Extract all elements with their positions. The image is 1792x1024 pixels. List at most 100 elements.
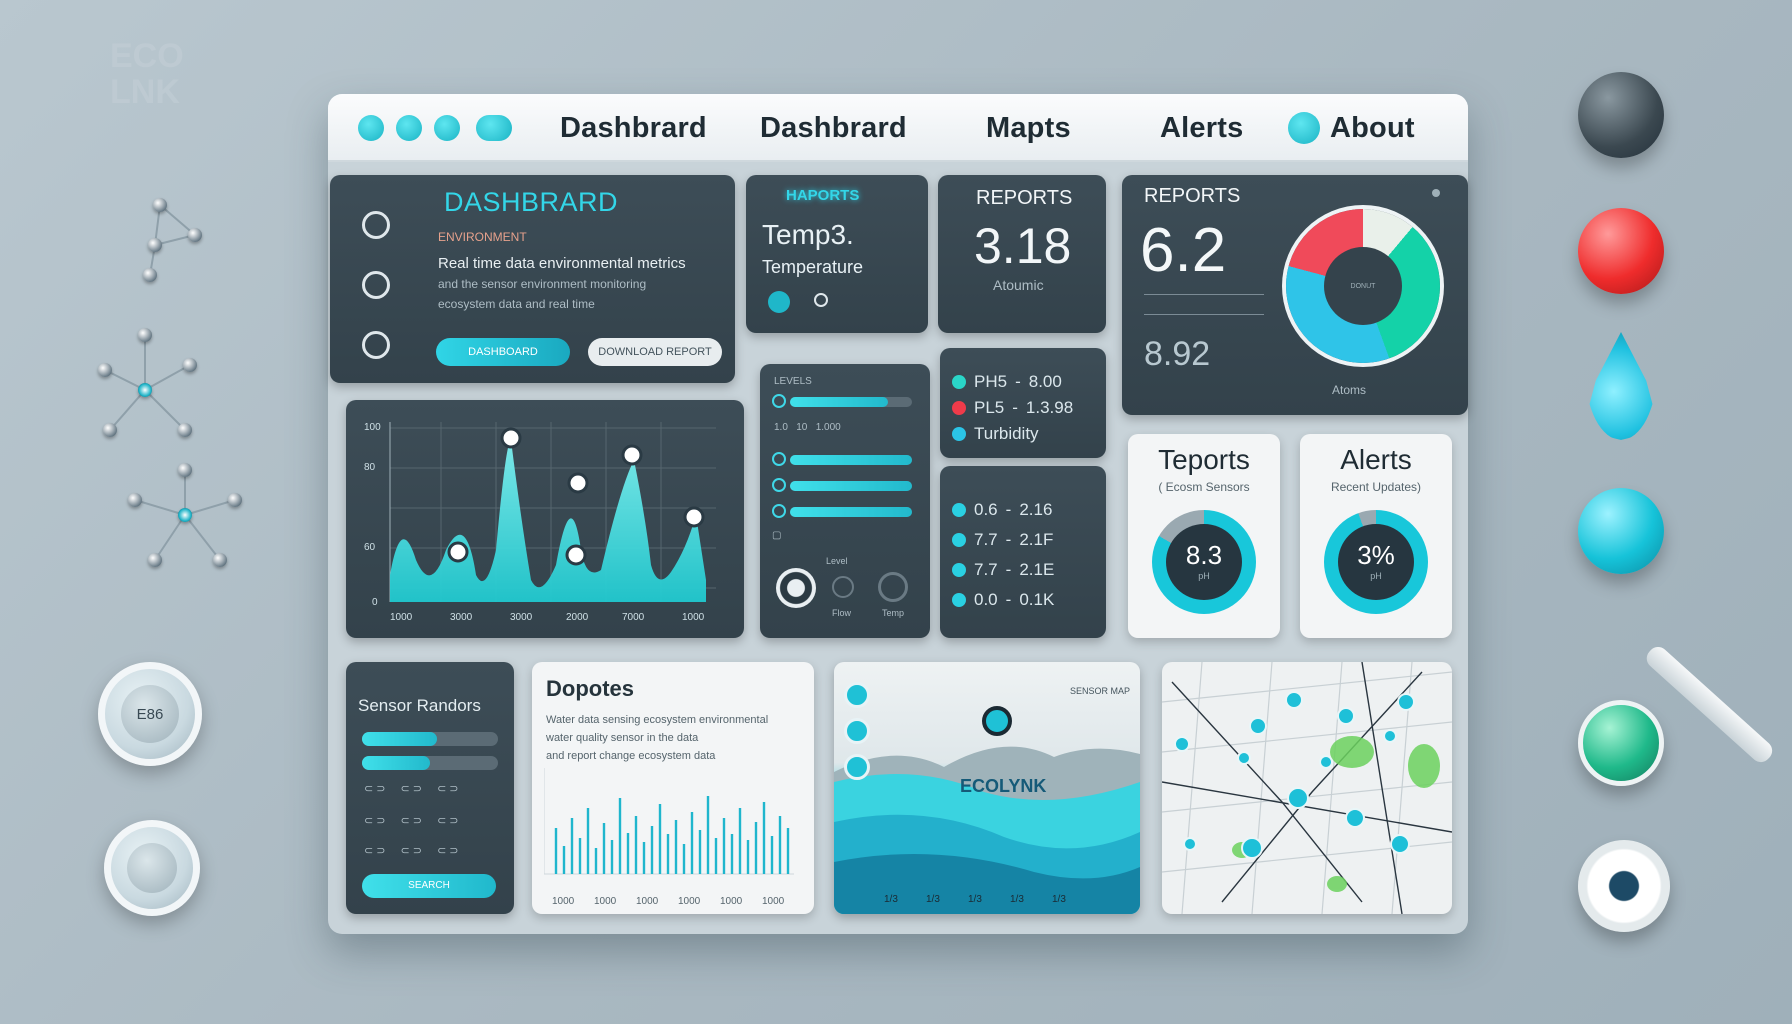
- overview-line3: ecosystem data and real time: [438, 297, 595, 311]
- overview-line2: and the sensor environment monitoring: [438, 277, 647, 291]
- brand-watermark: ECO LNK: [110, 37, 184, 111]
- document-sparkline: [544, 768, 794, 875]
- download-report-button[interactable]: DOWNLOAD REPORT: [588, 338, 722, 366]
- temperature-badge: HAPORTS: [786, 187, 860, 204]
- map-pin-icon[interactable]: [844, 754, 870, 780]
- y-tick: 80: [364, 462, 376, 473]
- temperature-value: Temp3.: [762, 219, 854, 250]
- alerts-unit: pH: [1370, 571, 1382, 581]
- teports-value: 8.3: [1185, 540, 1223, 570]
- legend-top-panel: PH5-8.00 PL5-1.3.98 Turbidity: [940, 348, 1106, 458]
- temperature-label: Temperature: [762, 257, 864, 277]
- green-button-icon: [1578, 700, 1664, 786]
- alerts-value: 3%: [1357, 540, 1395, 570]
- window-dot-icon[interactable]: [434, 115, 460, 141]
- level-label-flow: Level: [826, 556, 848, 566]
- ecolynk-map-card: SENSOR MAP ECOLYNK 1/3 1/3 1/3 1/3 1/3: [834, 662, 1140, 914]
- nav-dashboard[interactable]: Dashbrard: [560, 112, 707, 145]
- x-tick: 1000: [594, 896, 617, 907]
- level-icon: [772, 504, 786, 518]
- x-tick: 1000: [682, 612, 705, 623]
- molecule-icon: [120, 190, 240, 290]
- network-icon: [125, 460, 245, 580]
- control-icon[interactable]: [832, 576, 854, 598]
- level-icon: [772, 452, 786, 466]
- legend-row: 7.7-2.1E: [952, 560, 1054, 580]
- teports-title: Teports: [1158, 444, 1250, 475]
- overview-panel: DASHBRARD ENVIRONMENT Real time data env…: [330, 175, 735, 383]
- document-panel: Dopotes Water data sensing ecosystem env…: [532, 662, 814, 914]
- reports-sub: Atoumic: [993, 277, 1044, 293]
- location-marker-icon[interactable]: [982, 706, 1012, 736]
- teports-card: Teports ( Ecosm Sensors 8.3 pH: [1128, 434, 1280, 638]
- document-line: water quality sensor in the data: [546, 732, 699, 744]
- search-button[interactable]: SEARCH: [362, 874, 496, 898]
- x-tick: 1/3: [1052, 894, 1066, 905]
- red-sphere-icon: [1578, 208, 1664, 294]
- window-dot-icon[interactable]: [358, 115, 384, 141]
- y-tick: 0: [372, 597, 378, 608]
- legend-row: 0.0-0.1K: [952, 590, 1054, 610]
- sensor-readings-panel: Sensor Randors ⊂⊃ ⊂⊃ ⊂⊃ ⊂⊃ ⊂⊃ ⊂⊃ ⊂⊃ ⊂⊃ ⊂…: [346, 662, 514, 914]
- small-dial-icon: [814, 293, 828, 307]
- level-label-temp: Temp: [882, 608, 905, 618]
- x-tick: 1/3: [926, 894, 940, 905]
- reports-large-sub: Atoms: [1332, 383, 1367, 397]
- reports-title: REPORTS: [976, 187, 1073, 209]
- sensor-readings-title: Sensor Randors: [358, 696, 481, 715]
- donut-center: DONUT: [1324, 247, 1402, 325]
- map-pin-icon[interactable]: [844, 682, 870, 708]
- divider: [1144, 307, 1264, 315]
- x-tick: 1/3: [968, 894, 982, 905]
- x-tick: 1/3: [884, 894, 898, 905]
- alerts-gauge: 3% pH: [1324, 510, 1428, 614]
- top-nav-bar: Dashbrard Dashbrard Mapts Alerts About: [328, 94, 1468, 162]
- window-dot-icon[interactable]: [396, 115, 422, 141]
- reading-row: ⊂⊃ ⊂⊃ ⊂⊃: [364, 845, 462, 857]
- legend-row: PL5-1.3.98: [952, 398, 1073, 418]
- level-label: 1.0 10 1.000: [774, 422, 841, 433]
- refresh-icon[interactable]: [362, 271, 390, 299]
- teports-subtitle: ( Ecosm Sensors: [1158, 480, 1250, 494]
- magnifier-icon: [104, 820, 200, 916]
- nav-dashboard-2[interactable]: Dashbrard: [760, 112, 907, 145]
- dashboard-button[interactable]: DASHBOARD: [436, 338, 570, 366]
- x-tick: 1/3: [1010, 894, 1024, 905]
- ecolynk-brand: ECOLYNK: [960, 776, 1047, 796]
- nav-maps[interactable]: Mapts: [986, 112, 1071, 145]
- location-pin-icon: [768, 291, 790, 313]
- device-icon[interactable]: [362, 211, 390, 239]
- street-map[interactable]: [1162, 662, 1452, 914]
- info-icon[interactable]: [1288, 112, 1320, 144]
- overview-subtitle: ENVIRONMENT: [438, 230, 527, 244]
- reports-large-value: 6.2: [1140, 216, 1227, 285]
- x-tick: 1000: [720, 896, 743, 907]
- map-pin-icon[interactable]: [844, 718, 870, 744]
- y-tick: 100: [364, 422, 381, 433]
- alerts-subtitle: Recent Updates): [1330, 480, 1422, 494]
- cyan-sphere-icon: [1578, 488, 1664, 574]
- y-tick: 60: [364, 542, 376, 553]
- play-control-icon[interactable]: [776, 568, 816, 608]
- temperature-card: HAPORTS Temp3. Temperature: [746, 175, 928, 333]
- legend-row: 7.7-2.1F: [952, 530, 1053, 550]
- reports-large-value2: 8.92: [1144, 335, 1211, 373]
- alerts-title: Alerts: [1340, 444, 1412, 475]
- level-bar: [790, 507, 912, 517]
- legend-row: Turbidity: [952, 424, 1039, 444]
- network-icon: [95, 325, 205, 445]
- level-mini-label: ▢: [772, 530, 782, 541]
- toggle-icon[interactable]: [476, 115, 512, 141]
- levels-header: LEVELS: [774, 376, 812, 387]
- main-chart-panel: 100 80 60 0 1000 3000 3000 2000 7000 100…: [346, 400, 744, 638]
- nav-alerts[interactable]: Alerts: [1160, 112, 1243, 145]
- nav-about[interactable]: About: [1330, 112, 1415, 145]
- x-tick: 3000: [450, 612, 473, 623]
- settings-icon[interactable]: [362, 331, 390, 359]
- donut-chart: DONUT: [1286, 209, 1440, 363]
- menu-dot-icon[interactable]: [1432, 189, 1440, 197]
- control-icon[interactable]: [878, 572, 908, 602]
- document-line: and report change ecosystem data: [546, 750, 716, 762]
- legend-row: 0.6-2.16: [952, 500, 1052, 520]
- document-title: Dopotes: [546, 676, 634, 701]
